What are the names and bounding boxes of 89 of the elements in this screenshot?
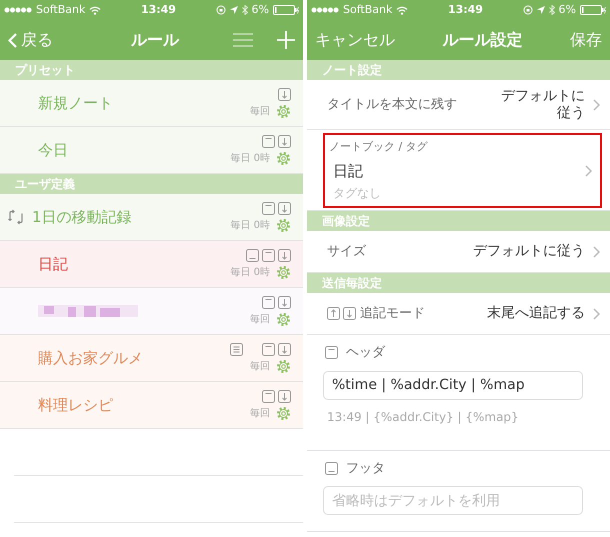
section-header: 送信毎設定 [307,273,610,293]
bluetooth-icon [242,5,248,15]
screen-title: ルール設定 [442,29,522,51]
schedule-text: 毎回 [250,406,270,420]
gear-icon[interactable] [276,312,291,326]
schedule-text: 毎回 [250,104,270,118]
orientation-lock-icon [216,5,226,15]
battery-percent: 6% [558,2,576,18]
text-field[interactable]: 省略時はデフォルトを利用 [323,486,583,515]
add-icon[interactable] [277,31,295,49]
status-time: 13:49 [140,2,176,18]
wifi-icon [89,6,102,14]
signal-icon [4,7,32,13]
notebook-tag-row[interactable]: ノートブック / タグ 日記 タグなし [323,133,602,208]
rule-name: 今日 [38,140,68,161]
battery-icon [273,5,299,15]
rule-name: 1日の移動記録 [32,206,132,228]
header-icon [262,390,275,402]
screen-title: ルール [131,29,179,51]
chevron-icon [593,98,600,110]
notebook-tag-caption: ノートブック / タグ [329,139,428,155]
gear-icon[interactable] [276,104,291,118]
header-icon [262,134,275,148]
text-lines-icon [230,342,243,356]
schedule-text: 毎日 0時 [230,152,270,166]
chevron-icon [593,246,600,258]
header-icon [262,296,275,308]
tag-text: タグなし [333,185,382,202]
save-button[interactable]: 保存 [570,28,602,52]
schedule-text: 毎日 0時 [230,266,270,280]
setting-value: 末尾へ追記する [487,305,585,322]
setting-label: 追記モード [360,304,425,323]
setting-label: サイズ [327,242,366,261]
schedule-text: 毎回 [250,360,270,374]
notebook-name: 日記 [333,160,364,182]
location-icon [536,6,545,14]
rule-name: 料理レシピ [38,394,113,416]
bluetooth-icon [548,5,555,15]
header-icon [325,346,338,360]
carrier-name: SoftBank [36,2,86,18]
chevron-icon [585,164,592,176]
wifi-icon [396,6,408,14]
gear-icon[interactable] [276,150,291,166]
cancel-button[interactable]: キャンセル [315,28,395,52]
gear-icon[interactable] [276,218,291,232]
header-icon [262,202,275,214]
rule-name: 新規ノート [38,92,113,114]
setting-row[interactable]: 追記モード 末尾へ追記する [307,293,610,335]
rule-row[interactable]: 購入お家グルメ 毎回 [0,335,303,382]
orientation-lock-icon [522,5,533,15]
preview-text: 13:49 | {%addr.City} | {%map} [327,408,520,426]
setting-value: デフォルトに従う [500,88,585,122]
rule-row[interactable]: 料理レシピ 毎回 [0,382,303,429]
section-header: 画像設定 [307,211,610,231]
status-time: 13:49 [448,2,483,18]
footer-icon [246,248,259,262]
rule-row[interactable]: 新規ノート 毎回 [0,80,303,127]
gear-icon[interactable] [276,264,291,280]
template-label: ヘッダ [346,344,385,362]
battery-icon [580,5,606,15]
menu-icon[interactable] [233,33,253,47]
back-button[interactable]: 戻る [8,28,53,52]
rule-name: 購入お家グルメ [38,348,143,369]
battery-percent: 6% [252,2,269,18]
rule-row[interactable]: 1日の移動記録 毎日 0時 [0,194,303,241]
rule-row[interactable]: 今日 毎日 0時 [0,127,303,174]
rule-row[interactable]: 毎回 [0,288,303,335]
back-chevron-icon [8,32,17,48]
signal-icon [311,7,339,13]
rule-row[interactable]: 日記 毎日 0時 [0,241,303,288]
section-header: プリセット [0,60,303,80]
setting-label: タイトルを本文に残す [327,96,457,114]
template-label: フッタ [346,460,385,478]
setting-row[interactable]: タイトルを本文に残す デフォルトに従う [307,80,610,130]
setting-value: デフォルトに従う [473,243,585,260]
schedule-text: 毎日 0時 [230,218,270,232]
header-icon [262,248,275,262]
carrier-name: SoftBank [343,2,392,18]
section-header: ノート設定 [307,60,610,80]
rule-name: 日記 [38,254,68,275]
gear-icon[interactable] [276,358,291,374]
location-icon [230,6,238,14]
schedule-text: 毎回 [250,312,270,326]
gear-icon[interactable] [276,406,291,420]
header-icon [262,342,275,356]
chevron-icon [593,308,600,320]
footer-icon [325,462,338,475]
text-field[interactable]: %time | %addr.City | %map [323,370,583,400]
section-header: ユーザ定義 [0,174,303,194]
